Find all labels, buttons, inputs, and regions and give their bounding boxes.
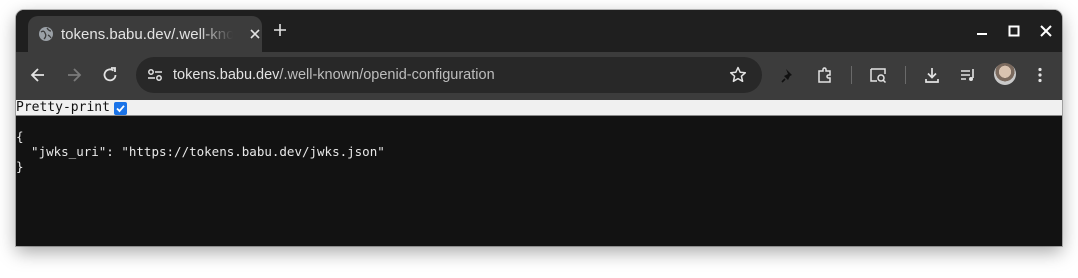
reading-mode-search-icon[interactable] [868, 65, 888, 85]
json-open-brace: { [16, 129, 24, 144]
media-playlist-icon[interactable] [958, 65, 978, 85]
minimize-icon[interactable] [973, 22, 991, 40]
url-text[interactable]: tokens.babu.dev/.well-known/openid-confi… [173, 65, 495, 85]
tab-title: tokens.babu.dev/.well-known/openid-confi… [61, 26, 233, 43]
close-tab-icon[interactable] [248, 27, 262, 41]
more-menu-icon[interactable] [1030, 65, 1050, 85]
site-info-icon[interactable] [145, 65, 165, 85]
globe-icon [39, 27, 53, 41]
new-tab-icon[interactable] [273, 23, 287, 37]
url-host: tokens.babu.dev [173, 67, 280, 83]
extensions-puzzle-icon[interactable] [815, 65, 835, 85]
pretty-print-bar: Pretty-print [16, 100, 1062, 116]
checkmark-icon [116, 105, 125, 113]
json-property-line: "jwks_uri": "https://tokens.babu.dev/jwk… [16, 144, 385, 159]
address-bar[interactable]: tokens.babu.dev/.well-known/openid-confi… [136, 57, 762, 93]
toolbar-separator [905, 66, 906, 84]
profile-avatar[interactable] [994, 63, 1016, 85]
reload-icon[interactable] [100, 65, 120, 85]
json-close-brace: } [16, 159, 24, 174]
bookmark-star-icon[interactable] [728, 65, 748, 85]
forward-arrow-icon[interactable] [64, 65, 84, 85]
maximize-icon[interactable] [1005, 22, 1023, 40]
back-arrow-icon[interactable] [28, 65, 48, 85]
url-path: /.well-known/openid-configuration [279, 67, 495, 83]
tab-strip: tokens.babu.dev/.well-known/openid-confi… [16, 10, 1062, 52]
download-icon[interactable] [922, 65, 942, 85]
browser-window: tokens.babu.dev/.well-known/openid-confi… [16, 10, 1062, 246]
pretty-print-label: Pretty-print [16, 100, 110, 115]
toolbar-separator [851, 66, 852, 84]
close-window-icon[interactable] [1037, 22, 1055, 40]
active-tab[interactable]: tokens.babu.dev/.well-known/openid-confi… [28, 16, 262, 52]
pretty-print-checkbox[interactable] [114, 102, 127, 115]
json-viewer: { "jwks_uri": "https://tokens.babu.dev/j… [16, 129, 1062, 174]
pin-extension-icon[interactable] [779, 65, 799, 85]
toolbar: tokens.babu.dev/.well-known/openid-confi… [16, 52, 1062, 100]
